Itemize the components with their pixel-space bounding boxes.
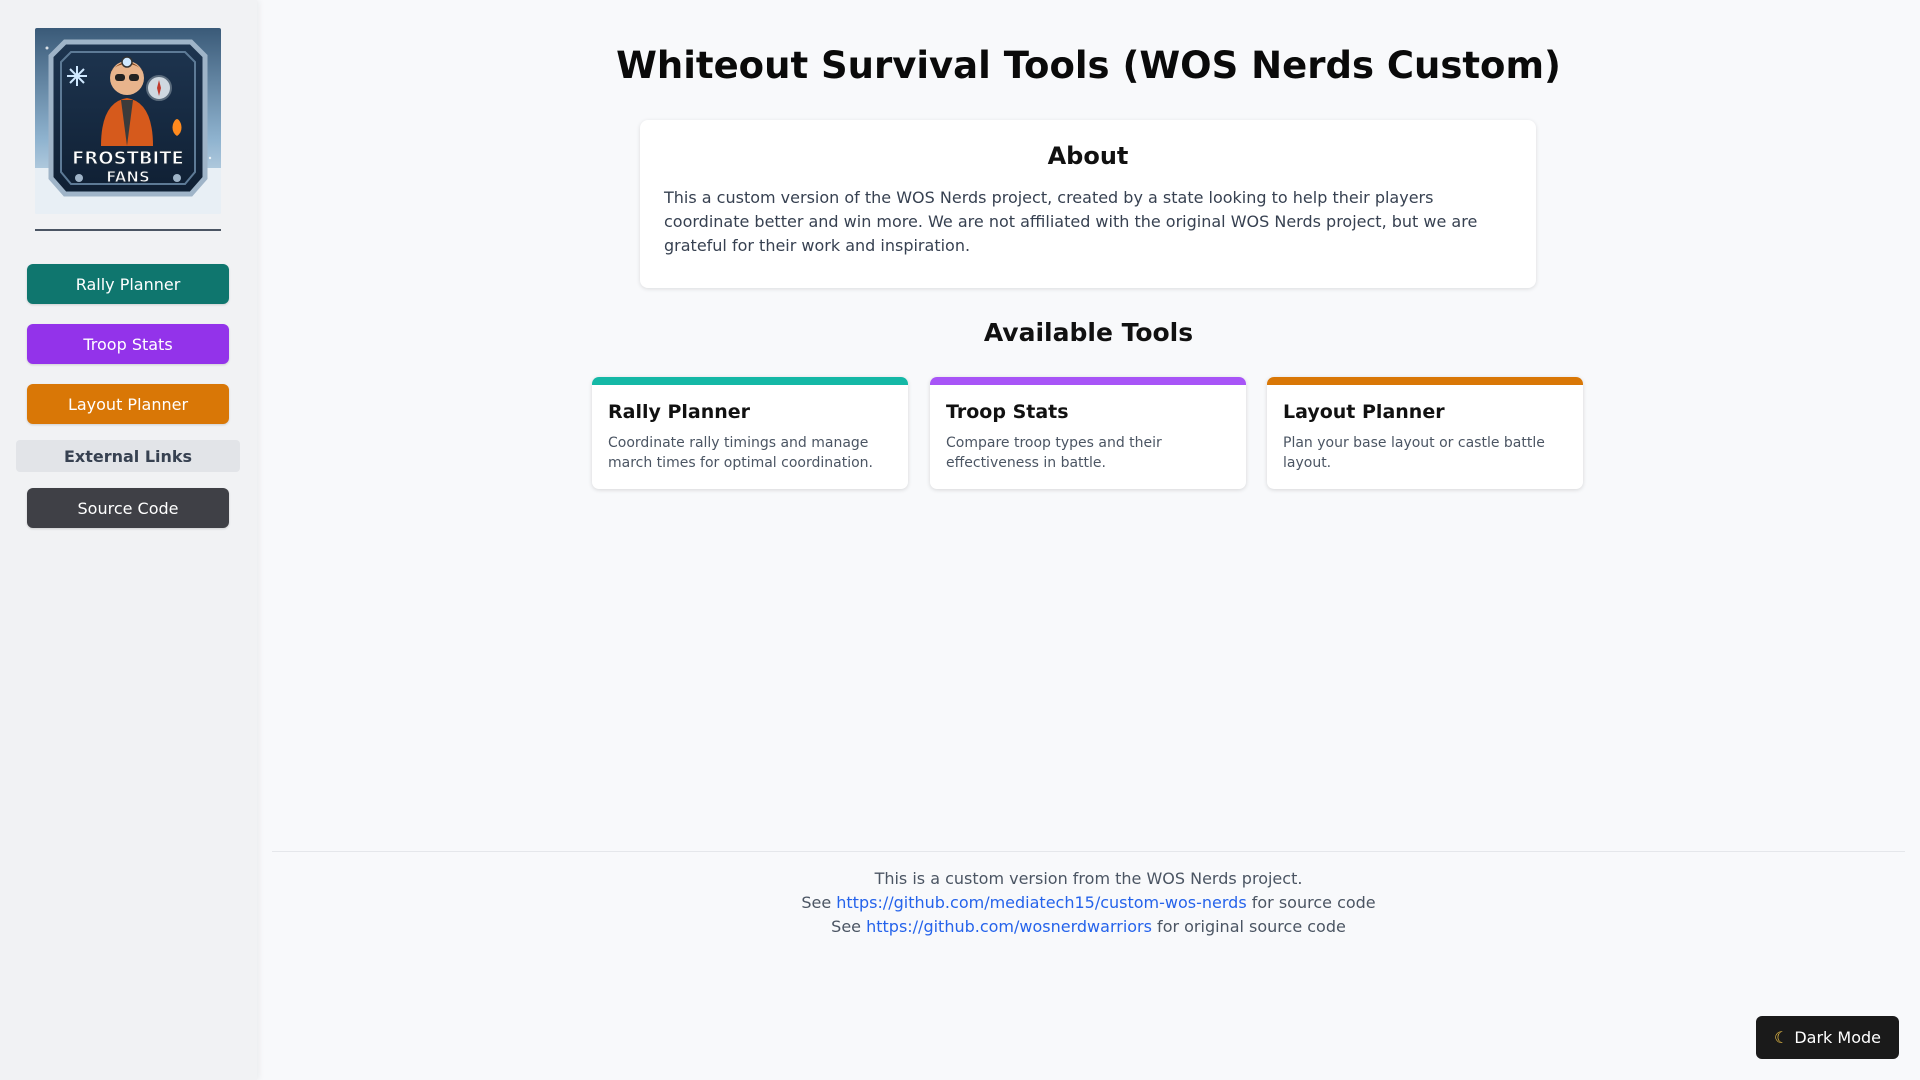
original-repo-link[interactable]: https://github.com/wosnerdwarriors <box>866 917 1152 936</box>
nav-layout-planner-button[interactable]: Layout Planner <box>27 384 229 424</box>
tool-card-description: Compare troop types and their effectiven… <box>946 435 1162 471</box>
tool-card-title: Rally Planner <box>608 401 751 423</box>
nav-layout-planner-label: Layout Planner <box>67 394 189 414</box>
moon-icon: ☾ <box>1774 1028 1789 1047</box>
footer-line-2: See https://github.com/mediatech15/custo… <box>257 891 1920 915</box>
about-title: About <box>1047 142 1129 170</box>
main-content: Whiteout Survival Tools (WOS Nerds Custo… <box>257 0 1920 1080</box>
sidebar-divider <box>35 229 221 231</box>
tool-card-title: Troop Stats <box>946 401 1069 423</box>
footer-line-2-prefix: See <box>801 893 837 912</box>
nav-rally-planner-label: Rally Planner <box>75 274 181 294</box>
tool-card-accent-bar <box>1267 377 1583 385</box>
frostbite-fans-logo[interactable]: FROSTBITE FANS <box>35 28 221 214</box>
tool-card-title: Layout Planner <box>1283 401 1445 423</box>
nav-troop-stats-button[interactable]: Troop Stats <box>27 324 229 364</box>
tool-card-troop-stats[interactable]: Troop Stats Compare troop types and thei… <box>930 377 1246 489</box>
sidebar: FROSTBITE FANS Rally Planner Troop Stats… <box>0 0 257 1080</box>
tool-card-accent-bar <box>930 377 1246 385</box>
footer-line-2-suffix: for source code <box>1246 893 1376 912</box>
custom-repo-link[interactable]: https://github.com/mediatech15/custom-wo… <box>836 893 1246 912</box>
tool-card-description: Coordinate rally timings and manage marc… <box>608 435 873 471</box>
nav-rally-planner-button[interactable]: Rally Planner <box>27 264 229 304</box>
about-text: This a custom version of the WOS Nerds p… <box>664 188 1478 255</box>
footer-line-3-prefix: See <box>831 917 867 936</box>
footer-line-3-suffix: for original source code <box>1151 917 1346 936</box>
tool-card-rally-planner[interactable]: Rally Planner Coordinate rally timings a… <box>592 377 908 489</box>
footer: This is a custom version from the WOS Ne… <box>257 867 1920 939</box>
footer-line-3: See https://github.com/wosnerdwarriors f… <box>257 915 1920 939</box>
tool-card-accent-bar <box>592 377 908 385</box>
svg-text:FROSTBITE: FROSTBITE <box>72 148 184 169</box>
page-title: Whiteout Survival Tools (WOS Nerds Custo… <box>616 44 1561 87</box>
dark-mode-label: Dark Mode <box>1794 1028 1881 1047</box>
nav-troop-stats-label: Troop Stats <box>83 334 173 354</box>
tool-card-description: Plan your base layout or castle battle l… <box>1283 435 1545 471</box>
available-tools-title: Available Tools <box>983 318 1194 347</box>
external-links-header: External Links <box>16 440 240 472</box>
footer-line-1: This is a custom version from the WOS Ne… <box>874 869 1303 888</box>
tool-card-layout-planner[interactable]: Layout Planner Plan your base layout or … <box>1267 377 1583 489</box>
svg-text:FANS: FANS <box>106 168 150 186</box>
source-code-label: Source Code <box>77 498 179 518</box>
dark-mode-toggle-button[interactable]: ☾ Dark Mode <box>1756 1016 1899 1059</box>
footer-divider <box>272 851 1905 852</box>
source-code-button[interactable]: Source Code <box>27 488 229 528</box>
about-card: About This a custom version of the WOS N… <box>640 120 1536 288</box>
